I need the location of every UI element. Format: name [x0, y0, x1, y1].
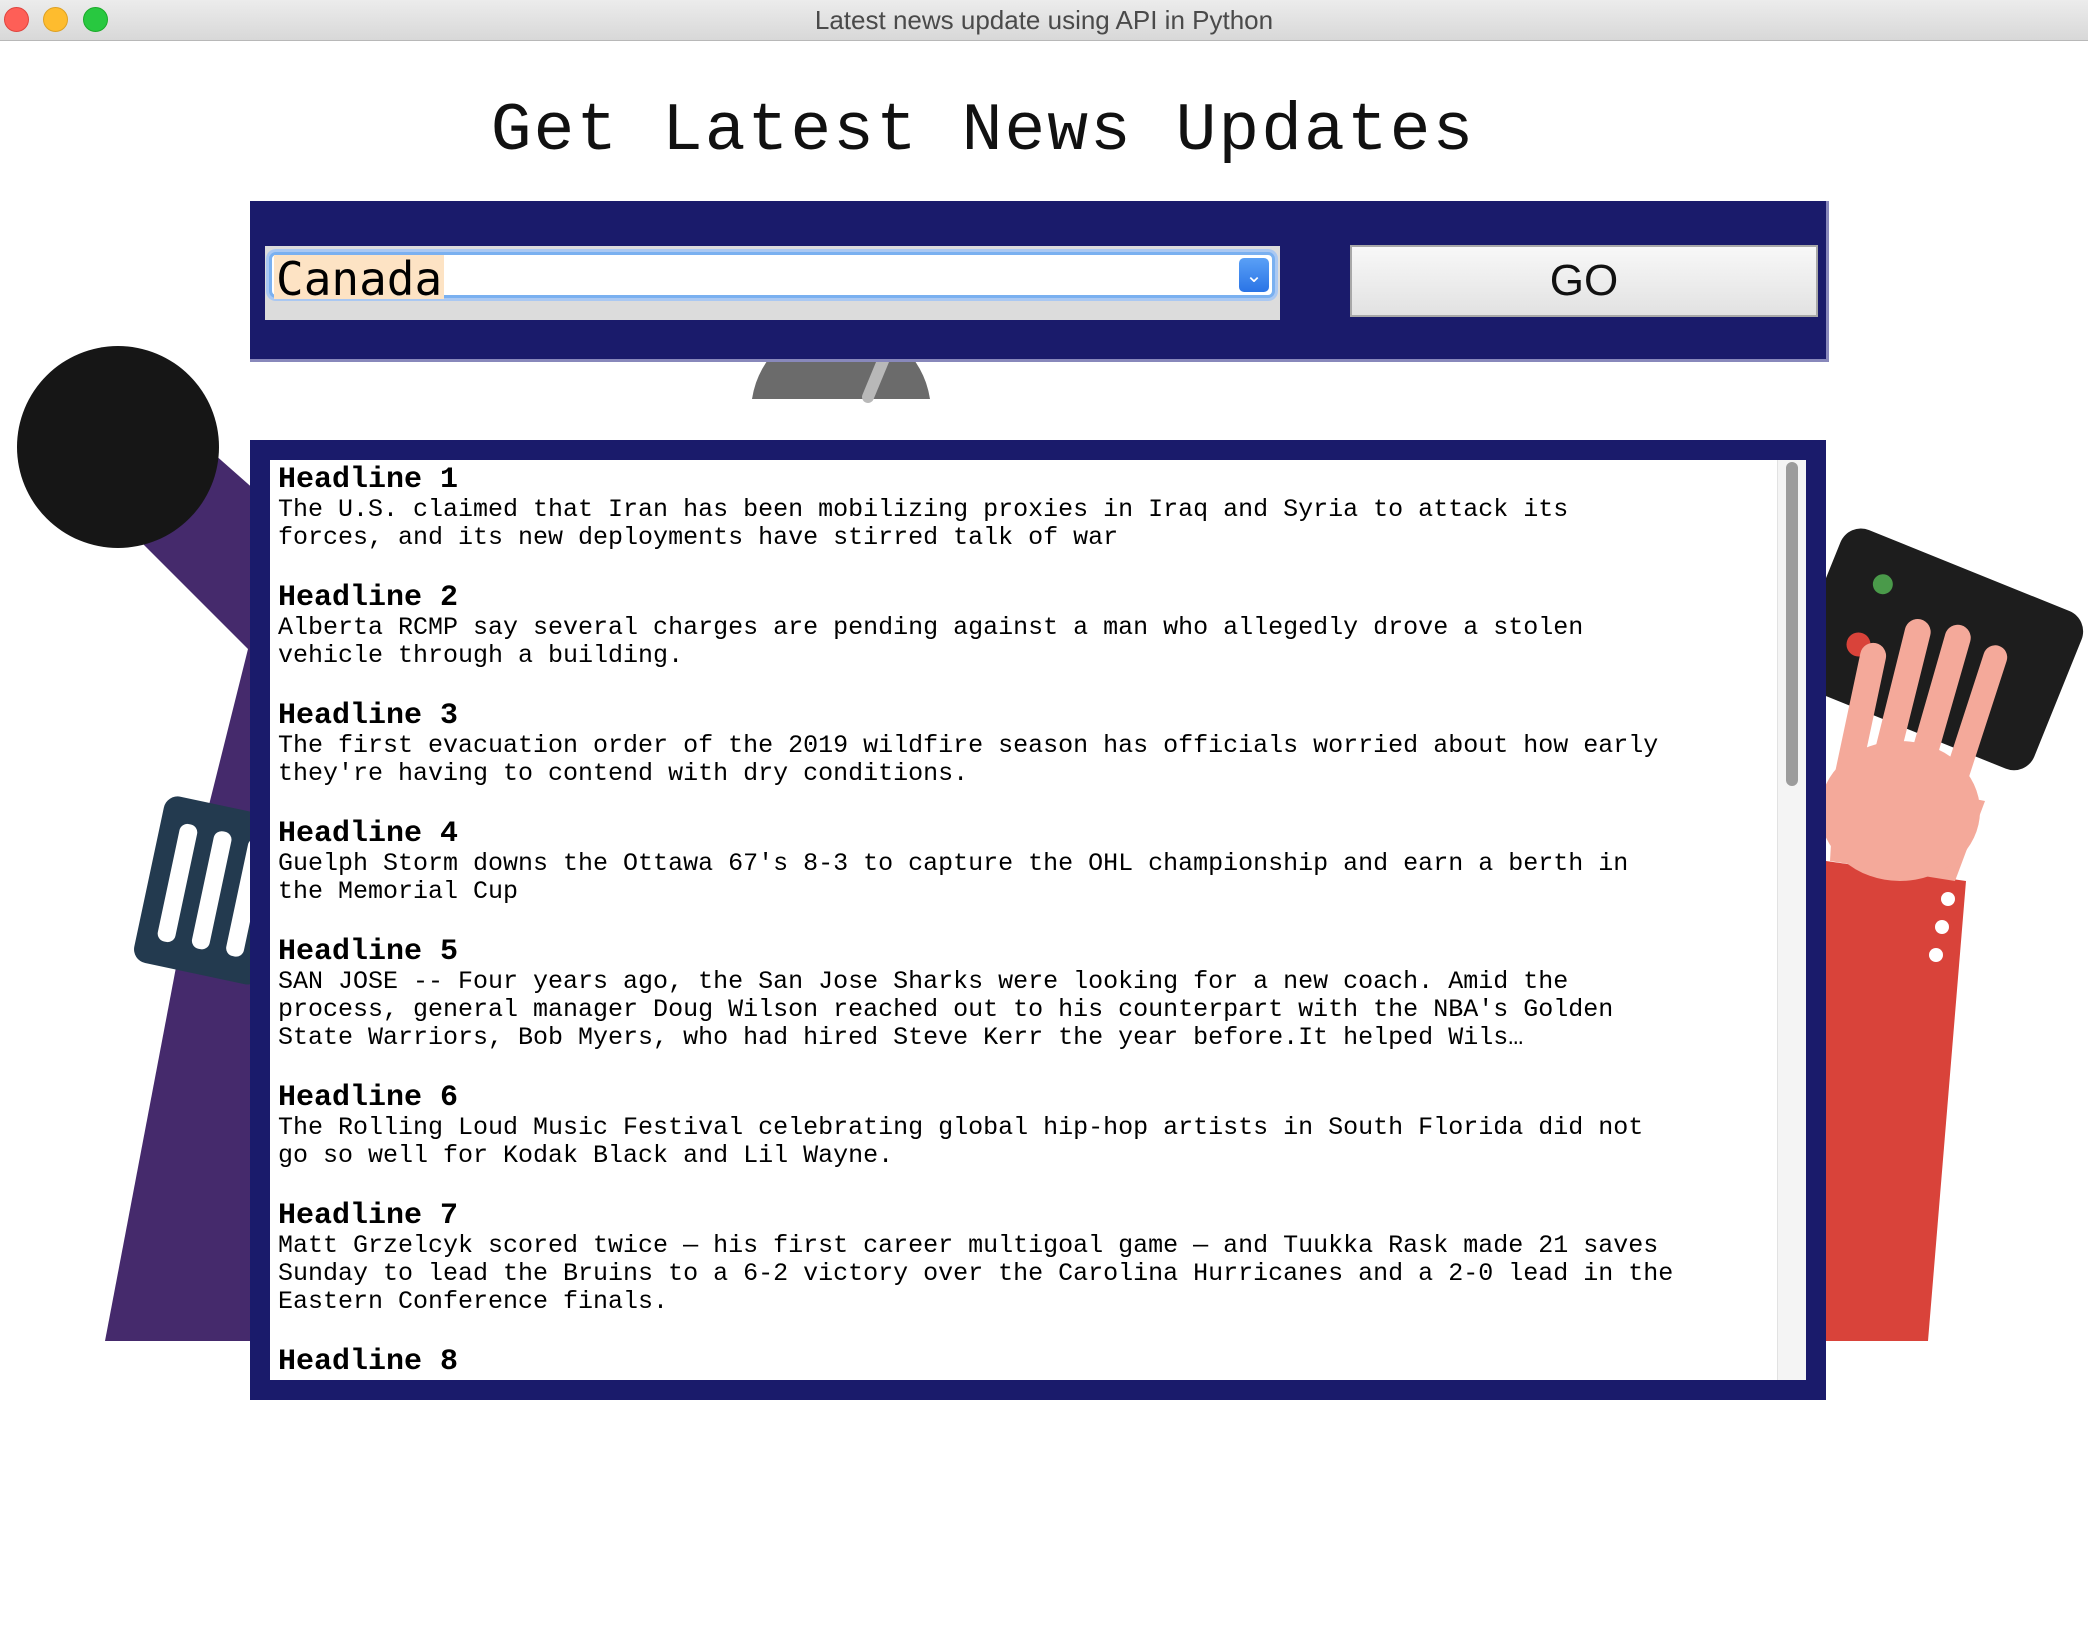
headline-title: Headline 3 — [278, 699, 459, 733]
news-item: Headline 1 The U.S. claimed that Iran ha… — [278, 464, 1778, 552]
headline-text: The U.S. claimed that Iran has been mobi… — [278, 495, 1569, 552]
headline-text: Guelph Storm downs the Ottawa 67's 8-3 t… — [278, 849, 1629, 906]
app-window: Latest news update using API in Python G… — [0, 0, 2088, 1644]
selected-country: Canada — [274, 252, 445, 306]
right-button-dot — [1941, 892, 1955, 906]
right-button-dot — [1929, 948, 1943, 962]
headline-text: The Rolling Loud Music Festival celebrat… — [278, 1113, 1644, 1170]
app-content: Get Latest News Updates Canada ⌄ GO Head… — [0, 41, 2088, 1644]
country-dropdown-field[interactable]: Canada ⌄ — [269, 252, 1275, 306]
news-item: Headline 6 The Rolling Loud Music Festiv… — [278, 1082, 1778, 1170]
news-item: Headline 7 Matt Grzelcyk scored twice — … — [278, 1200, 1778, 1316]
headline-title: Headline 1 — [278, 463, 459, 497]
news-list[interactable]: Headline 1 The U.S. claimed that Iran ha… — [270, 460, 1806, 1380]
headline-text: The first evacuation order of the 2019 w… — [278, 731, 1659, 788]
title-bar[interactable]: Latest news update using API in Python — [0, 0, 2088, 41]
headline-title: Headline 2 — [278, 581, 459, 615]
news-scrollbar-thumb[interactable] — [1786, 462, 1798, 786]
news-scrollbar[interactable] — [1777, 460, 1806, 1380]
right-button-dot — [1935, 920, 1949, 934]
chevron-down-icon[interactable]: ⌄ — [1239, 258, 1269, 292]
news-frame: Headline 1 The U.S. claimed that Iran ha… — [250, 440, 1826, 1400]
headline-text: SAN JOSE -- Four years ago, the San Jose… — [278, 967, 1614, 1052]
news-item: Headline 3 The first evacuation order of… — [278, 700, 1778, 788]
page-title: Get Latest News Updates — [490, 93, 1476, 170]
headline-title: Headline 4 — [278, 817, 459, 851]
headline-text: Alberta RCMP say several charges are pen… — [278, 613, 1584, 670]
headline-title: Headline 7 — [278, 1199, 459, 1233]
headline-title: Headline 8 — [278, 1345, 459, 1379]
headline-title: Headline 5 — [278, 935, 459, 969]
news-item: Headline 4 Guelph Storm downs the Ottawa… — [278, 818, 1778, 906]
go-button[interactable]: GO — [1350, 245, 1818, 317]
news-items: Headline 1 The U.S. claimed that Iran ha… — [278, 464, 1778, 1380]
control-panel: Canada ⌄ GO — [250, 201, 1829, 362]
headline-title: Headline 6 — [278, 1081, 459, 1115]
news-item: Headline 8 — [278, 1346, 1778, 1378]
news-item: Headline 5 SAN JOSE -- Four years ago, t… — [278, 936, 1778, 1052]
window-title: Latest news update using API in Python — [814, 5, 1274, 35]
headline-text: Matt Grzelcyk scored twice — his first c… — [278, 1231, 1674, 1316]
news-item: Headline 2 Alberta RCMP say several char… — [278, 582, 1778, 670]
microphone-head — [17, 346, 219, 548]
country-dropdown[interactable]: Canada ⌄ — [265, 246, 1280, 320]
